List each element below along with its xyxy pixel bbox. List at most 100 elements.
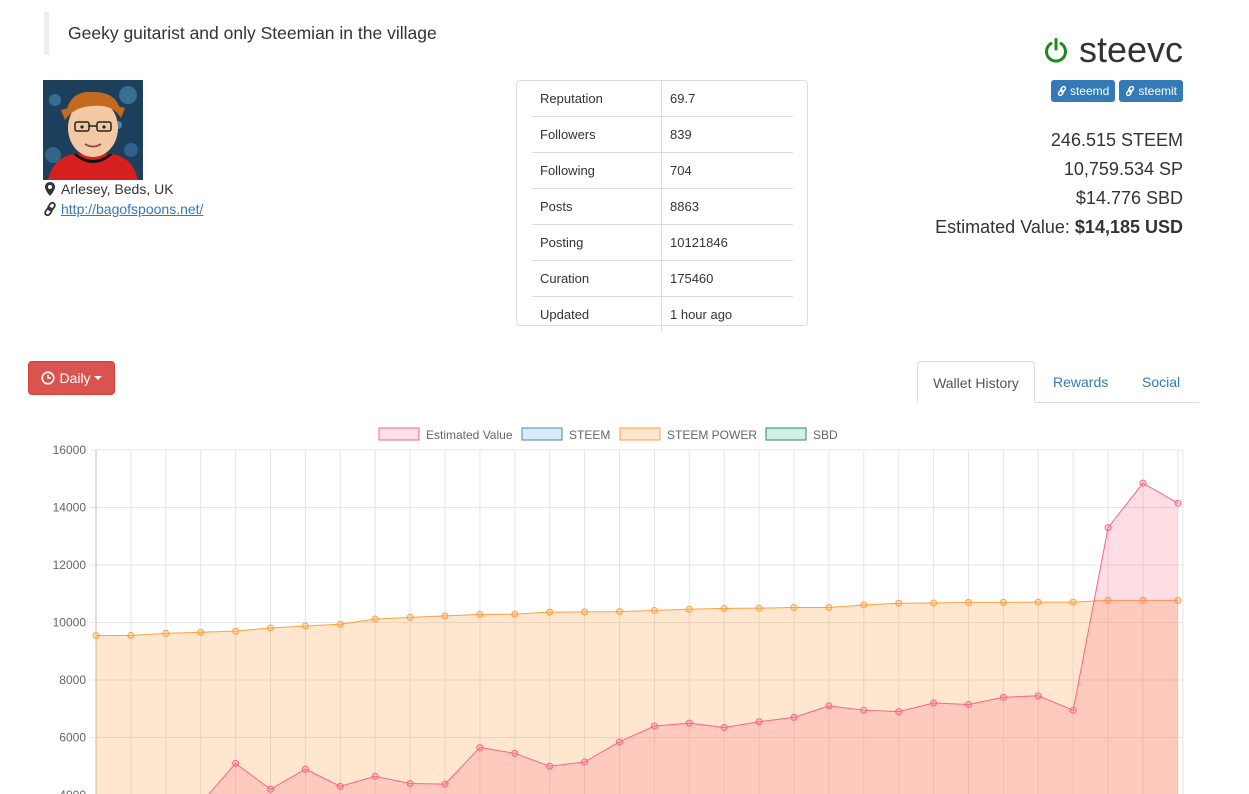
link-icon	[44, 201, 56, 217]
data-point	[441, 780, 449, 788]
profile-website: http://bagofspoons.net/	[43, 201, 203, 217]
account-name: steevc	[1078, 29, 1183, 70]
legend-swatch	[619, 427, 661, 441]
link-icon	[1126, 85, 1135, 97]
estimated-value: Estimated Value: $14,185 USD	[935, 217, 1183, 238]
data-point	[546, 608, 554, 616]
legend-swatch	[378, 427, 420, 441]
stat-value: 175460	[661, 260, 793, 297]
data-point	[650, 722, 658, 730]
tab-rewards[interactable]: Rewards	[1053, 361, 1108, 403]
y-tick-label: 8000	[59, 673, 86, 687]
data-point	[581, 758, 589, 766]
data-point	[197, 628, 205, 636]
stat-label: Followers	[532, 116, 662, 153]
stat-label: Updated	[532, 296, 662, 332]
data-point	[965, 598, 972, 606]
stat-value: 839	[661, 116, 793, 153]
stat-label: Posts	[532, 188, 662, 225]
website-link[interactable]: http://bagofspoons.net/	[61, 201, 203, 217]
steem-balance: 246.515 STEEM	[1050, 130, 1183, 150]
data-point	[546, 762, 554, 770]
data-point	[232, 627, 240, 635]
estimated-value-label: Estimated Value:	[935, 217, 1070, 237]
sp-balance: 10,759.534 SP	[1063, 159, 1183, 179]
data-point	[301, 765, 309, 773]
period-label: Daily	[59, 370, 91, 386]
data-point	[511, 749, 519, 757]
y-tick-label: 14000	[53, 501, 87, 515]
steemd-label: steemd	[1069, 84, 1110, 98]
data-point	[1069, 598, 1077, 606]
map-marker-icon	[45, 182, 55, 196]
legend-swatch	[765, 427, 807, 441]
external-links: steemd steemit	[1050, 80, 1183, 102]
data-point	[895, 599, 903, 607]
clock-icon	[41, 371, 56, 385]
table-row: Following 704	[532, 152, 793, 189]
data-point	[860, 706, 868, 714]
avatar	[43, 80, 143, 180]
legend-label: STEEM POWER	[667, 428, 757, 442]
stat-label: Posting	[532, 224, 662, 261]
tab-wallet-history[interactable]: Wallet History	[917, 361, 1035, 403]
stat-label: Reputation	[532, 81, 662, 117]
account-header: steevc	[1043, 28, 1183, 72]
profile-location: Arlesey, Beds, UK	[43, 181, 174, 197]
data-point	[1069, 706, 1077, 714]
bio-text: Geeky guitarist and only Steemian in the…	[68, 23, 437, 43]
data-point	[1104, 524, 1112, 532]
data-point	[267, 785, 274, 793]
tab-social[interactable]: Social	[1142, 361, 1180, 403]
y-tick-label: 4000	[59, 788, 86, 794]
stat-value: 1 hour ago	[661, 296, 793, 332]
legend-label: Estimated Value	[426, 428, 513, 442]
history-tabs: Wallet History Rewards Social	[917, 361, 1199, 403]
steemd-link-button[interactable]: steemd	[1050, 80, 1116, 102]
y-tick-label: 16000	[53, 443, 87, 457]
power-icon	[1044, 38, 1067, 63]
data-point	[232, 759, 240, 767]
data-point	[755, 718, 763, 726]
data-point	[965, 700, 972, 708]
data-point	[406, 780, 414, 787]
table-row: Updated 1 hour ago	[532, 296, 793, 332]
data-point	[371, 615, 379, 623]
legend-swatch	[521, 427, 563, 441]
link-icon	[1057, 85, 1067, 97]
table-row: Posting 10121846	[532, 224, 793, 261]
table-row: Posts 8863	[532, 188, 793, 225]
data-point	[1139, 479, 1147, 487]
data-point	[720, 723, 728, 731]
stat-label: Curation	[532, 260, 662, 297]
caret-down-icon	[93, 376, 102, 380]
data-point	[476, 744, 484, 752]
data-point	[860, 601, 868, 609]
data-point	[895, 708, 903, 716]
data-point	[476, 610, 484, 618]
data-point	[825, 702, 833, 710]
bio-blockquote: Geeky guitarist and only Steemian in the…	[44, 12, 464, 55]
data-point	[616, 608, 623, 616]
data-point	[406, 613, 414, 621]
data-point	[685, 719, 693, 727]
stat-value: 69.7	[670, 91, 696, 106]
period-dropdown-button[interactable]: Daily	[28, 361, 115, 395]
data-point	[441, 612, 449, 620]
data-point	[127, 631, 135, 639]
data-point	[930, 599, 938, 607]
data-point	[825, 604, 833, 612]
data-point	[650, 606, 658, 614]
data-point	[790, 713, 798, 721]
y-tick-label: 10000	[53, 616, 87, 630]
data-point	[336, 620, 344, 628]
data-point	[720, 604, 728, 612]
legend-label: SBD	[813, 428, 838, 442]
data-point	[267, 624, 274, 632]
location-text: Arlesey, Beds, UK	[61, 181, 174, 197]
table-row: Reputation 69.7	[532, 81, 793, 117]
steemit-link-button[interactable]: steemit	[1119, 80, 1183, 102]
sbd-balance: $14.776 SBD	[1075, 188, 1183, 208]
table-row: Curation 175460	[532, 260, 793, 297]
data-point	[581, 608, 589, 616]
